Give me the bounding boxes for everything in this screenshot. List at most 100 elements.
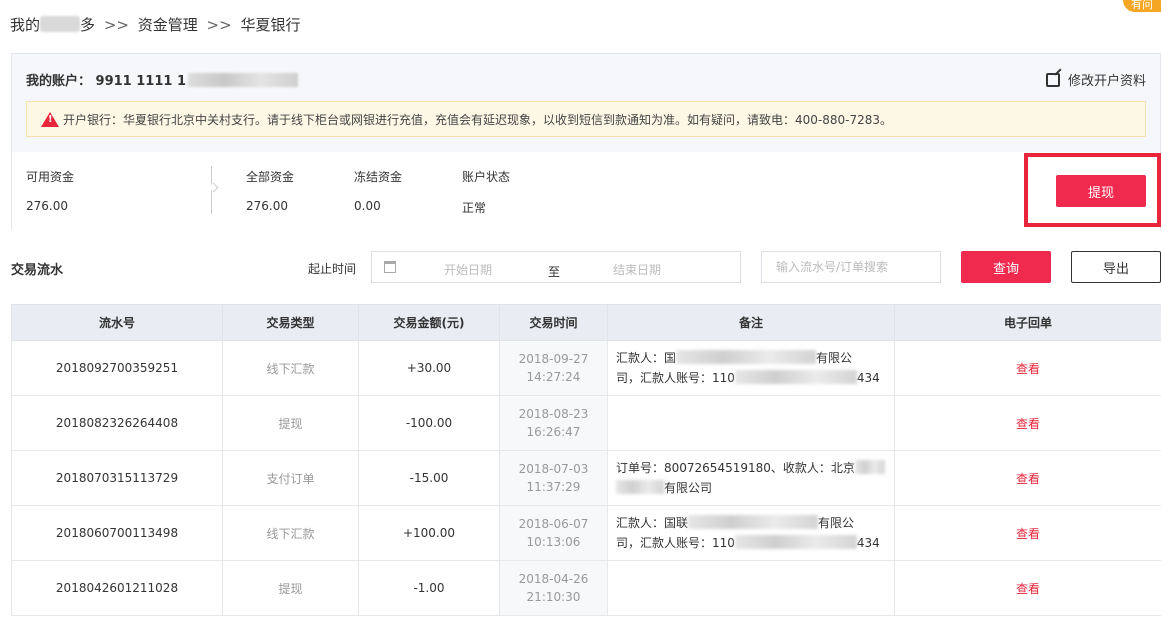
date-range-separator: 至 (548, 265, 561, 279)
total-funds-value: 276.00 (246, 199, 288, 213)
cell-receipt: 查看 (894, 395, 1161, 451)
end-date-input[interactable]: 结束日期 (613, 261, 661, 278)
cell-id: 2018070315113729 (11, 450, 223, 506)
query-button[interactable]: 查询 (961, 251, 1051, 283)
edit-icon (1045, 72, 1060, 87)
cell-note (607, 395, 895, 451)
cell-time: 2018-04-26 21:10:30 (499, 560, 608, 616)
cell-time: 2018-07-03 11:37:29 (499, 450, 608, 506)
edit-account-info-label: 修改开户资料 (1067, 74, 1146, 89)
column-header-note: 备注 (607, 304, 895, 341)
cell-note (607, 560, 895, 616)
cell-id: 2018042601211028 (11, 560, 223, 616)
withdraw-button[interactable]: 提现 (1056, 175, 1146, 207)
transaction-table: 流水号 交易类型 交易金额(元) 交易时间 备注 电子回单 2018092700… (11, 304, 1161, 616)
cell-date: 2018-07-03 (518, 462, 589, 476)
breadcrumb: 我的 多 >> 资金管理 >> 华夏银行 (10, 14, 300, 35)
view-receipt-link[interactable]: 查看 (1016, 362, 1040, 376)
date-range-label: 起止时间 (308, 262, 357, 276)
cell-clock: 16:26:47 (526, 425, 581, 439)
view-receipt-link[interactable]: 查看 (1016, 417, 1040, 431)
redacted-text (688, 515, 819, 529)
redacted-text (40, 16, 81, 32)
cell-note: 订单号：80072654519180、收款人：北京 有限公司 (607, 450, 895, 506)
cell-amount: +30.00 (358, 340, 500, 396)
column-header-type: 交易类型 (222, 304, 359, 341)
cell-receipt: 查看 (894, 505, 1161, 561)
start-date-input[interactable]: 开始日期 (444, 261, 492, 278)
available-funds-label: 可用资金 (26, 170, 75, 184)
edit-account-info-link[interactable]: 修改开户资料 (1045, 70, 1146, 89)
section-title: 交易流水 (11, 263, 64, 278)
note-line-1: 汇款人：国 (616, 351, 677, 365)
total-funds-label: 全部资金 (246, 170, 295, 184)
funds-divider (211, 166, 212, 214)
column-header-receipt: 电子回单 (894, 304, 1161, 341)
account-number-row: 我的账户： 9911 1111 1 (26, 70, 299, 89)
bank-notice: 开户银行：华夏银行北京中关村支行。请于线下柜台或网银进行充值，充值会有延迟现象，… (26, 101, 1146, 137)
breadcrumb-separator: >> (206, 16, 232, 34)
cell-clock: 14:27:24 (526, 370, 581, 384)
date-range-picker[interactable]: 开始日期 至 结束日期 (371, 251, 741, 283)
note-line-1-tail: 有限公 (818, 516, 855, 530)
cell-type: 支付订单 (222, 450, 359, 506)
column-header-id: 流水号 (11, 304, 223, 341)
view-receipt-link[interactable]: 查看 (1016, 527, 1040, 541)
cell-date: 2018-04-26 (518, 572, 589, 586)
view-receipt-link[interactable]: 查看 (1016, 582, 1040, 596)
redacted-text (676, 350, 817, 364)
breadcrumb-home-tail[interactable]: 多 (80, 16, 95, 34)
note-line-1-tail: 有限公 (816, 351, 853, 365)
table-row: 2018082326264408 提现 -100.00 2018-08-23 16… (11, 395, 1161, 451)
column-header-amount: 交易金额(元) (358, 304, 500, 341)
cell-amount: +100.00 (358, 505, 500, 561)
calendar-icon (384, 261, 396, 273)
cell-time: 2018-06-07 10:13:06 (499, 505, 608, 561)
warning-icon (41, 111, 59, 127)
table-header-row: 流水号 交易类型 交易金额(元) 交易时间 备注 电子回单 (11, 304, 1161, 341)
export-button[interactable]: 导出 (1071, 251, 1161, 283)
redacted-text (854, 460, 885, 474)
redacted-text (188, 73, 299, 87)
cell-type: 提现 (222, 560, 359, 616)
note-line-2-tail: 434 (856, 536, 880, 550)
table-row: 2018042601211028 提现 -1.00 2018-04-26 21:1… (11, 560, 1161, 616)
cell-time: 2018-09-27 14:27:24 (499, 340, 608, 396)
breadcrumb-fund-management[interactable]: 资金管理 (138, 16, 198, 34)
cell-id: 2018060700113498 (11, 505, 223, 561)
note-line-2-tail: 有限公司 (664, 481, 713, 495)
cell-note: 汇款人：国联 有限公 司，汇款人账号：110 434 (607, 505, 895, 561)
account-status-label: 账户状态 (462, 170, 511, 184)
search-input[interactable] (761, 251, 941, 283)
frozen-funds-value: 0.00 (354, 199, 381, 213)
note-line-2-tail: 434 (856, 371, 880, 385)
cell-clock: 21:10:30 (526, 590, 581, 604)
help-badge[interactable]: 有问 (1123, 0, 1161, 12)
bank-notice-text: 开户银行：华夏银行北京中关村支行。请于线下柜台或网银进行充值，充值会有延迟现象，… (63, 112, 893, 127)
cell-id: 2018092700359251 (11, 340, 223, 396)
note-line-1: 订单号：80072654519180、收款人：北京 (616, 461, 855, 475)
frozen-funds: 冻结资金 0.00 (354, 168, 402, 213)
cell-type: 线下汇款 (222, 505, 359, 561)
redacted-text (734, 370, 857, 384)
cell-receipt: 查看 (894, 560, 1161, 616)
column-header-time: 交易时间 (499, 304, 608, 341)
account-panel: 我的账户： 9911 1111 1 修改开户资料 开户银行：华夏银行北京中关村支… (11, 53, 1161, 230)
frozen-funds-label: 冻结资金 (354, 170, 403, 184)
funds-summary: 可用资金 276.00 全部资金 276.00 冻结资金 0.00 账户状态 正… (12, 152, 1160, 230)
cell-id: 2018082326264408 (11, 395, 223, 451)
cell-amount: -1.00 (358, 560, 500, 616)
table-row: 2018060700113498 线下汇款 +100.00 2018-06-07… (11, 505, 1161, 561)
available-funds: 可用资金 276.00 (26, 168, 74, 213)
cell-receipt: 查看 (894, 450, 1161, 506)
redacted-text (734, 535, 857, 549)
account-status-value: 正常 (462, 201, 487, 215)
account-label: 我的账户： (26, 74, 92, 89)
view-receipt-link[interactable]: 查看 (1016, 472, 1040, 486)
cell-receipt: 查看 (894, 340, 1161, 396)
cell-clock: 10:13:06 (526, 535, 581, 549)
breadcrumb-home[interactable]: 我的 (10, 16, 40, 34)
table-row: 2018070315113729 支付订单 -15.00 2018-07-03 1… (11, 450, 1161, 506)
cell-clock: 11:37:29 (526, 480, 581, 494)
table-row: 2018092700359251 线下汇款 +30.00 2018-09-27 1… (11, 340, 1161, 396)
